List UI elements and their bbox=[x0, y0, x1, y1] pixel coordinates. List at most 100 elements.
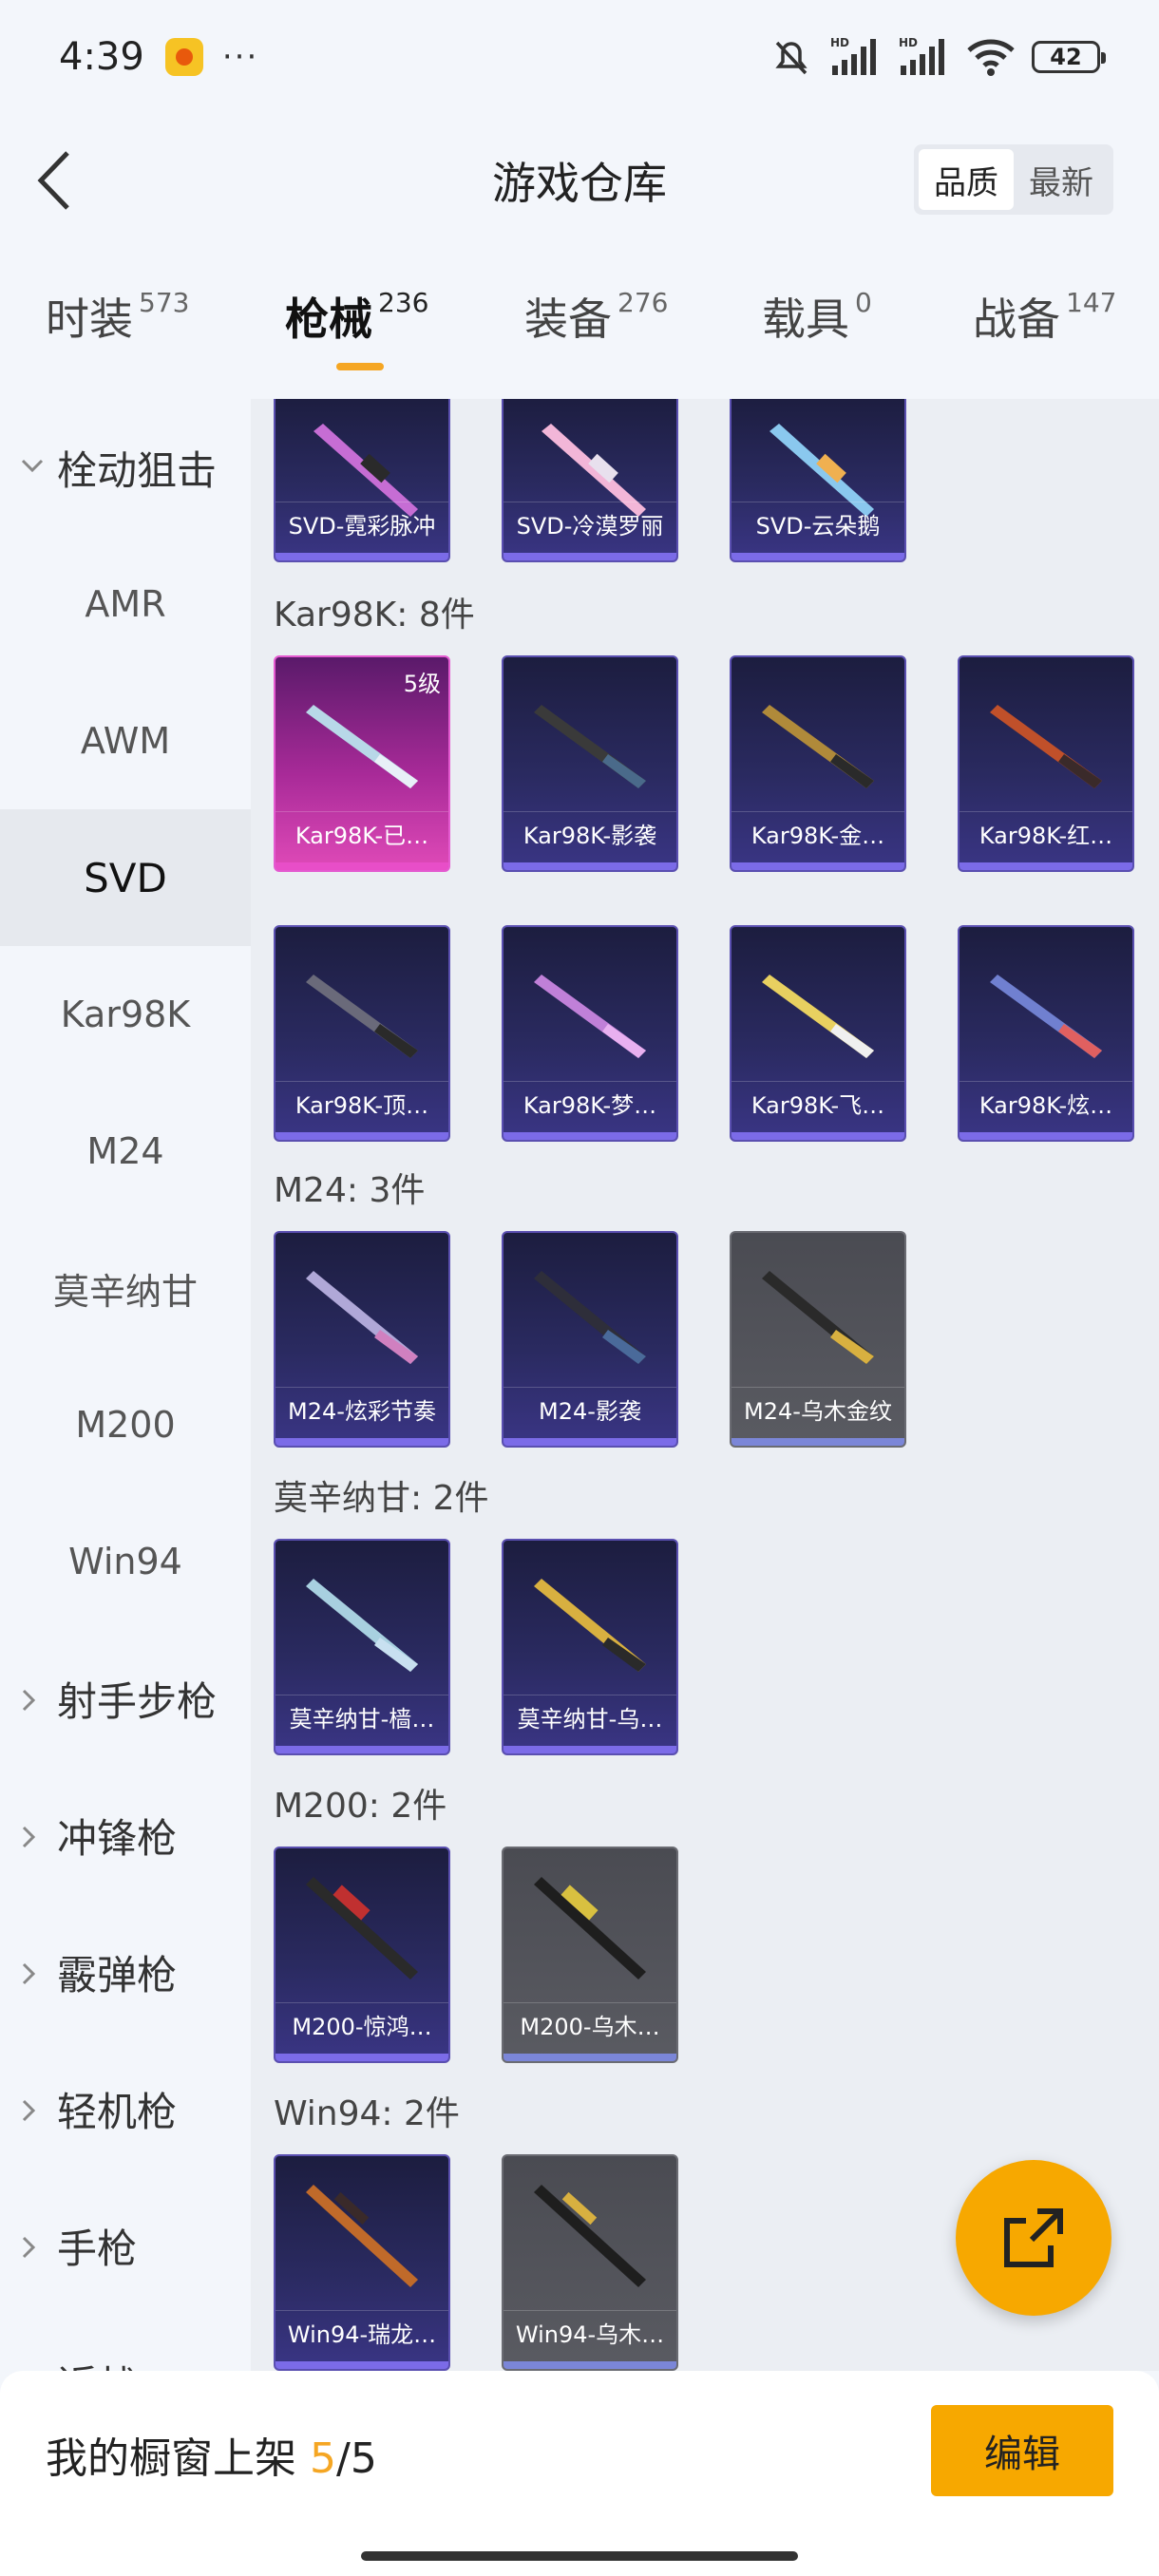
battery-level: 42 bbox=[1050, 44, 1082, 70]
tab-count: 147 bbox=[1066, 287, 1117, 318]
tab-count: 236 bbox=[378, 287, 429, 318]
item-card[interactable]: Kar98K-梦… bbox=[502, 925, 678, 1142]
chevron-right-icon bbox=[22, 1689, 36, 1712]
showcase-current-count: 5 bbox=[310, 2434, 336, 2483]
sidebar-item-awm[interactable]: AWM bbox=[0, 672, 251, 809]
rifle-icon bbox=[306, 1271, 418, 1364]
tab-equipment[interactable]: 装备 276 bbox=[524, 285, 668, 348]
item-name: Kar98K-金… bbox=[732, 811, 904, 859]
sidebar-group-label: 栓动狙击 bbox=[57, 446, 218, 494]
edit-button[interactable]: 编辑 bbox=[931, 2405, 1113, 2496]
item-card[interactable]: Kar98K-炫… bbox=[958, 925, 1134, 1142]
tab-count: 0 bbox=[855, 287, 872, 318]
showcase-label-text: 我的橱窗上架 bbox=[46, 2434, 310, 2483]
app-notification-icon bbox=[164, 38, 203, 76]
item-name: M24-乌木金纹 bbox=[732, 1387, 904, 1434]
status-bar: 4:39 ··· HD HD 42 bbox=[0, 0, 1159, 114]
item-card[interactable]: M24-乌木金纹 bbox=[730, 1231, 906, 1448]
sidebar-group-bolt-action[interactable]: 栓动狙击 bbox=[0, 399, 251, 536]
sidebar-item-kar98k[interactable]: Kar98K bbox=[0, 946, 251, 1083]
tab-weapons[interactable]: 枪械 236 bbox=[285, 285, 428, 348]
section-title-m200: M200: 2件 bbox=[274, 1787, 447, 1826]
sidebar-group-melee[interactable]: 近战 bbox=[0, 2314, 251, 2372]
signal-hd-icon: HD bbox=[899, 36, 944, 75]
tab-label: 战备 bbox=[973, 294, 1060, 345]
rifle-icon bbox=[534, 975, 646, 1058]
more-notifications-icon: ··· bbox=[221, 38, 259, 76]
item-card[interactable]: Kar98K-金… bbox=[730, 655, 906, 872]
signal-hd-icon: HD bbox=[830, 36, 876, 75]
home-indicator[interactable] bbox=[361, 2551, 798, 2561]
item-card[interactable]: SVD-霓彩脉冲 bbox=[274, 399, 450, 562]
sidebar-item-svd[interactable]: SVD bbox=[0, 809, 251, 946]
active-tab-indicator bbox=[336, 363, 384, 370]
item-card[interactable]: Kar98K-影袭 bbox=[502, 655, 678, 872]
sidebar-group-marksman[interactable]: 射手步枪 bbox=[0, 1630, 251, 1767]
sidebar-group-shotgun[interactable]: 霰弹枪 bbox=[0, 1904, 251, 2040]
item-name: Win94-瑞龙… bbox=[276, 2310, 448, 2358]
showcase-total-count: /5 bbox=[336, 2434, 377, 2483]
item-name: Kar98K-顶… bbox=[276, 1081, 448, 1128]
item-name: Kar98K-已… bbox=[276, 811, 448, 859]
share-icon bbox=[1004, 2208, 1063, 2267]
rifle-icon bbox=[534, 1271, 646, 1364]
item-card[interactable]: SVD-冷漠罗丽 bbox=[502, 399, 678, 562]
item-card[interactable]: 莫辛纳甘-樯… bbox=[274, 1539, 450, 1755]
sniper-rifle-icon bbox=[306, 1877, 418, 1979]
item-name: SVD-云朵鹅 bbox=[732, 502, 904, 549]
item-card[interactable]: M200-惊鸿… bbox=[274, 1847, 450, 2063]
item-name: Kar98K-影袭 bbox=[504, 811, 676, 859]
item-card[interactable]: M24-炫彩节奏 bbox=[274, 1231, 450, 1448]
tab-label: 时装 bbox=[46, 294, 133, 345]
item-name: M24-影袭 bbox=[504, 1387, 676, 1434]
item-card[interactable]: Win94-瑞龙… bbox=[274, 2154, 450, 2371]
item-card[interactable]: M24-影袭 bbox=[502, 1231, 678, 1448]
item-name: 莫辛纳甘-樯… bbox=[276, 1695, 448, 1742]
chevron-right-icon bbox=[22, 1962, 36, 1985]
tab-count: 276 bbox=[618, 287, 669, 318]
showcase-status: 我的橱窗上架 5/5 bbox=[46, 2424, 377, 2485]
section-title-m24: M24: 3件 bbox=[274, 1171, 426, 1210]
rifle-icon bbox=[534, 2185, 646, 2287]
sort-latest-option[interactable]: 最新 bbox=[1014, 149, 1109, 210]
item-name: Kar98K-红… bbox=[960, 811, 1132, 859]
item-name: 莫辛纳甘-乌… bbox=[504, 1695, 676, 1742]
mute-icon bbox=[775, 41, 808, 75]
item-card[interactable]: M200-乌木… bbox=[502, 1847, 678, 2063]
share-button[interactable] bbox=[956, 2160, 1112, 2316]
item-card[interactable]: 5级 Kar98K-已… bbox=[274, 655, 450, 872]
item-name: Kar98K-飞… bbox=[732, 1081, 904, 1128]
sidebar-group-label: 冲锋枪 bbox=[57, 1814, 178, 1862]
rifle-icon bbox=[762, 1271, 874, 1364]
tab-supplies[interactable]: 战备 147 bbox=[973, 285, 1116, 348]
tab-vehicles[interactable]: 载具 0 bbox=[762, 285, 872, 348]
sidebar-item-m24[interactable]: M24 bbox=[0, 1083, 251, 1220]
sidebar-item-amr[interactable]: AMR bbox=[0, 536, 251, 672]
sidebar-group-label: 射手步枪 bbox=[57, 1677, 218, 1725]
rifle-icon bbox=[990, 705, 1102, 788]
item-name: M24-炫彩节奏 bbox=[276, 1387, 448, 1434]
sidebar-item-win94[interactable]: Win94 bbox=[0, 1493, 251, 1630]
item-name: SVD-霓彩脉冲 bbox=[276, 502, 448, 549]
sidebar-item-mosin[interactable]: 莫辛纳甘 bbox=[0, 1220, 251, 1356]
item-name: M200-乌木… bbox=[504, 2002, 676, 2050]
sort-quality-option[interactable]: 品质 bbox=[919, 149, 1014, 210]
sidebar-group-lmg[interactable]: 轻机枪 bbox=[0, 2040, 251, 2177]
rifle-icon bbox=[990, 975, 1102, 1058]
tab-label: 装备 bbox=[524, 294, 612, 345]
sidebar-item-m200[interactable]: M200 bbox=[0, 1356, 251, 1493]
chevron-right-icon bbox=[22, 1826, 36, 1848]
item-card[interactable]: SVD-云朵鹅 bbox=[730, 399, 906, 562]
item-card[interactable]: Kar98K-顶… bbox=[274, 925, 450, 1142]
item-name: Win94-乌木… bbox=[504, 2310, 676, 2358]
chevron-down-icon bbox=[21, 459, 44, 473]
rifle-icon bbox=[306, 2185, 418, 2287]
item-card[interactable]: 莫辛纳甘-乌… bbox=[502, 1539, 678, 1755]
sidebar-group-pistol[interactable]: 手枪 bbox=[0, 2177, 251, 2314]
item-card[interactable]: Win94-乌木… bbox=[502, 2154, 678, 2371]
tab-fashion[interactable]: 时装 573 bbox=[46, 285, 189, 348]
sidebar-group-label: 轻机枪 bbox=[57, 2088, 178, 2135]
item-card[interactable]: Kar98K-红… bbox=[958, 655, 1134, 872]
sidebar-group-smg[interactable]: 冲锋枪 bbox=[0, 1767, 251, 1904]
item-card[interactable]: Kar98K-飞… bbox=[730, 925, 906, 1142]
